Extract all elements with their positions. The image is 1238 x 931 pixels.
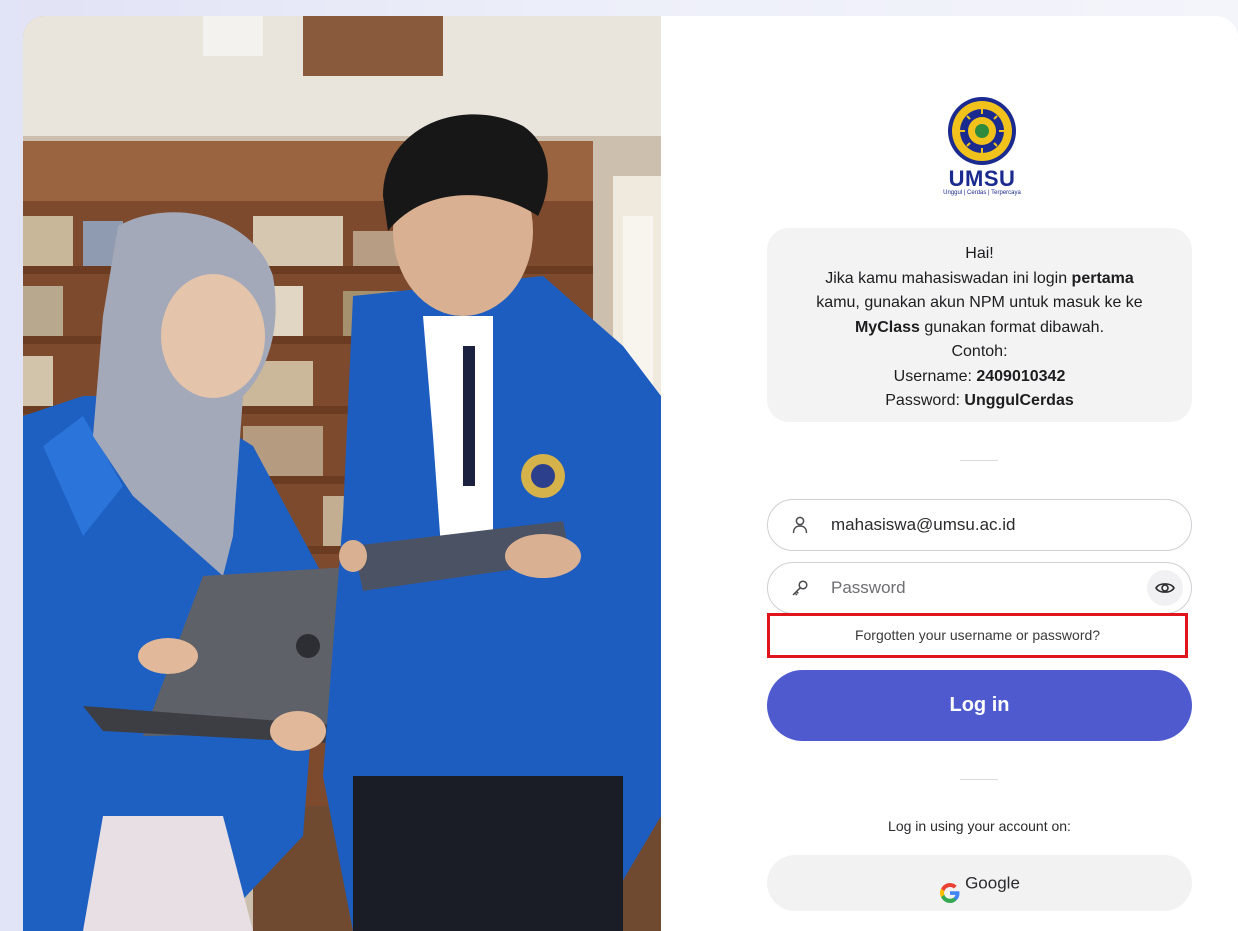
info-line-2: kamu, gunakan akun NPM untuk masuk ke ke [816, 294, 1143, 311]
info-line-1-bold: pertama [1071, 269, 1134, 287]
umsu-seal-icon [948, 97, 1016, 165]
info-example-label: Contoh: [951, 343, 1008, 360]
login-button[interactable]: Log in [767, 670, 1192, 741]
divider-top [960, 460, 998, 461]
info-username-value: 2409010342 [976, 367, 1066, 385]
username-field[interactable]: mahasiswa@umsu.ac.id [767, 499, 1192, 551]
info-greeting: Hai! [965, 245, 994, 262]
hero-photo [23, 16, 661, 931]
divider-bottom [960, 779, 998, 780]
login-card: UMSU Unggul | Cerdas | Terpercaya Hai! J… [23, 16, 1238, 931]
info-password: Password: UnggulCerdas [783, 389, 1176, 414]
info-line-1-text: Jika kamu mahasiswadan ini login [825, 269, 1072, 287]
forgot-credentials-link[interactable]: Forgotten your username or password? [767, 613, 1188, 658]
password-placeholder[interactable]: Password [831, 563, 906, 613]
brand-name: UMSU [948, 166, 1016, 191]
login-panel: UMSU Unggul | Cerdas | Terpercaya Hai! J… [661, 16, 1238, 931]
google-login-button[interactable]: Google [767, 855, 1192, 911]
google-button-label: Google [965, 873, 1020, 893]
brand-tagline: Unggul | Cerdas | Terpercaya [943, 190, 1021, 196]
info-line-3-bold: MyClass [854, 318, 920, 336]
info-line-3-text: gunakan format dibawah. [919, 318, 1105, 336]
info-line-1: Jika kamu mahasiswadan ini login pertama [783, 267, 1176, 292]
info-password-label: Password: [885, 392, 965, 409]
info-password-value: UnggulCerdas [964, 392, 1074, 409]
info-line-3: MyClass gunakan format dibawah. [783, 316, 1176, 341]
username-value[interactable]: mahasiswa@umsu.ac.id [831, 500, 1016, 550]
info-box: Hai! Jika kamu mahasiswadan ini login pe… [767, 228, 1192, 422]
alt-login-text: Log in using your account on: [888, 818, 1071, 834]
google-icon [939, 871, 961, 903]
info-username: Username: 2409010342 [783, 365, 1176, 390]
user-icon [790, 515, 810, 535]
password-field[interactable]: Password [767, 562, 1192, 614]
umsu-logo: UMSU Unggul | Cerdas | Terpercaya [943, 94, 1021, 202]
eye-icon[interactable] [1147, 570, 1183, 606]
key-icon [790, 578, 810, 598]
info-username-label: Username: [893, 367, 977, 385]
